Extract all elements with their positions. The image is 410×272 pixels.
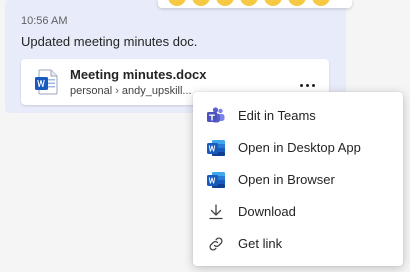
link-icon	[209, 237, 223, 251]
reaction-emoji[interactable]	[216, 0, 234, 6]
file-path-folder: andy_upskill...	[121, 85, 192, 97]
menu-item-label: Get link	[238, 236, 283, 251]
menu-item-label: Download	[238, 204, 296, 219]
teams-icon	[207, 107, 225, 123]
file-path-root: personal	[70, 85, 113, 97]
reaction-bar[interactable]	[158, 0, 352, 8]
word-icon	[207, 172, 225, 188]
reaction-emoji[interactable]	[312, 0, 330, 6]
word-icon	[207, 140, 225, 156]
file-context-menu: Edit in Teams Open in Desktop App Open i…	[193, 92, 403, 266]
menu-item-label: Open in Browser	[238, 172, 335, 187]
reaction-emoji[interactable]	[264, 0, 282, 6]
menu-item-open-desktop[interactable]: Open in Desktop App	[193, 131, 403, 163]
word-doc-icon	[35, 69, 58, 95]
reaction-emoji[interactable]	[240, 0, 258, 6]
download-icon	[209, 204, 223, 220]
menu-item-download[interactable]: Download	[193, 195, 403, 227]
reaction-emoji[interactable]	[192, 0, 210, 6]
more-options-button[interactable]	[296, 77, 318, 93]
menu-item-label: Open in Desktop App	[238, 140, 361, 155]
reaction-emoji[interactable]	[168, 0, 186, 6]
menu-item-edit-in-teams[interactable]: Edit in Teams	[193, 99, 403, 131]
menu-item-label: Edit in Teams	[238, 108, 316, 123]
chevron-right-icon: ›	[115, 85, 119, 97]
menu-item-open-browser[interactable]: Open in Browser	[193, 163, 403, 195]
message-text: Updated meeting minutes doc.	[21, 34, 198, 49]
reaction-emoji[interactable]	[288, 0, 306, 6]
message-timestamp: 10:56 AM	[21, 15, 68, 27]
menu-item-get-link[interactable]: Get link	[193, 227, 403, 259]
file-name[interactable]: Meeting minutes.docx	[70, 67, 207, 82]
